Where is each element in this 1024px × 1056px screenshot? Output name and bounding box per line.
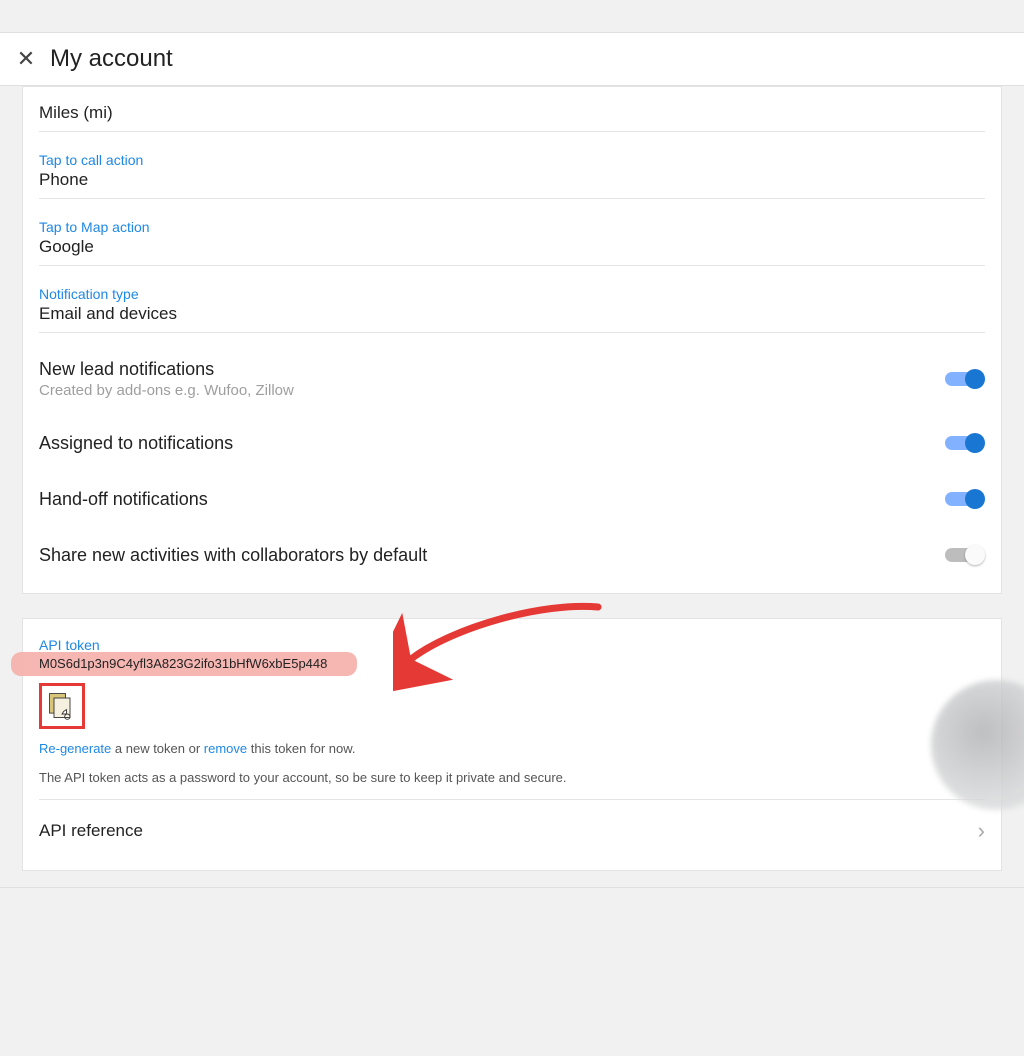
api-token-label: API token bbox=[39, 637, 985, 653]
tap-to-map-value: Google bbox=[39, 237, 985, 257]
assigned-toggle[interactable] bbox=[945, 431, 985, 455]
copy-token-button[interactable] bbox=[39, 683, 85, 729]
assigned-title: Assigned to notifications bbox=[39, 433, 233, 454]
assigned-notifications-row: Assigned to notifications bbox=[39, 407, 985, 463]
share-activities-row: Share new activities with collaborators … bbox=[39, 519, 985, 575]
handoff-toggle[interactable] bbox=[945, 487, 985, 511]
distance-unit-field[interactable]: Miles (mi) bbox=[39, 93, 985, 132]
tap-to-map-label: Tap to Map action bbox=[39, 219, 985, 235]
share-title: Share new activities with collaborators … bbox=[39, 545, 427, 566]
new-lead-notifications-row: New lead notifications Created by add-on… bbox=[39, 333, 985, 407]
page-title: My account bbox=[50, 45, 173, 73]
regenerate-link[interactable]: Re-generate bbox=[39, 741, 111, 756]
new-lead-toggle[interactable] bbox=[945, 367, 985, 391]
tap-to-call-label: Tap to call action bbox=[39, 152, 985, 168]
api-token-card: API token M0S6d1p3n9C4yfl3A823G2ifo31bHf… bbox=[22, 618, 1002, 871]
tap-to-call-field[interactable]: Tap to call action Phone bbox=[39, 132, 985, 199]
notification-type-value: Email and devices bbox=[39, 304, 985, 324]
distance-unit-value: Miles (mi) bbox=[39, 103, 985, 123]
api-reference-row[interactable]: API reference › bbox=[39, 799, 985, 862]
remove-link[interactable]: remove bbox=[204, 741, 247, 756]
handoff-notifications-row: Hand-off notifications bbox=[39, 463, 985, 519]
token-hint-line: Re-generate a new token or remove this t… bbox=[39, 741, 985, 756]
tap-to-map-field[interactable]: Tap to Map action Google bbox=[39, 199, 985, 266]
close-icon[interactable]: ✕ bbox=[12, 46, 40, 72]
settings-card: Miles (mi) Tap to call action Phone Tap … bbox=[22, 86, 1002, 594]
page-header: ✕ My account bbox=[0, 33, 1024, 86]
chevron-right-icon: › bbox=[978, 818, 985, 844]
token-security-note: The API token acts as a password to your… bbox=[39, 770, 985, 799]
notification-type-field[interactable]: Notification type Email and devices bbox=[39, 266, 985, 333]
copy-icon bbox=[46, 690, 78, 722]
notification-type-label: Notification type bbox=[39, 286, 985, 302]
handoff-title: Hand-off notifications bbox=[39, 489, 208, 510]
api-reference-label: API reference bbox=[39, 821, 143, 841]
share-toggle[interactable] bbox=[945, 543, 985, 567]
tap-to-call-value: Phone bbox=[39, 170, 985, 190]
new-lead-title: New lead notifications bbox=[39, 359, 294, 380]
api-token-value: M0S6d1p3n9C4yfl3A823G2ifo31bHfW6xbE5p448 bbox=[39, 656, 327, 671]
new-lead-subtitle: Created by add-ons e.g. Wufoo, Zillow bbox=[39, 382, 294, 399]
